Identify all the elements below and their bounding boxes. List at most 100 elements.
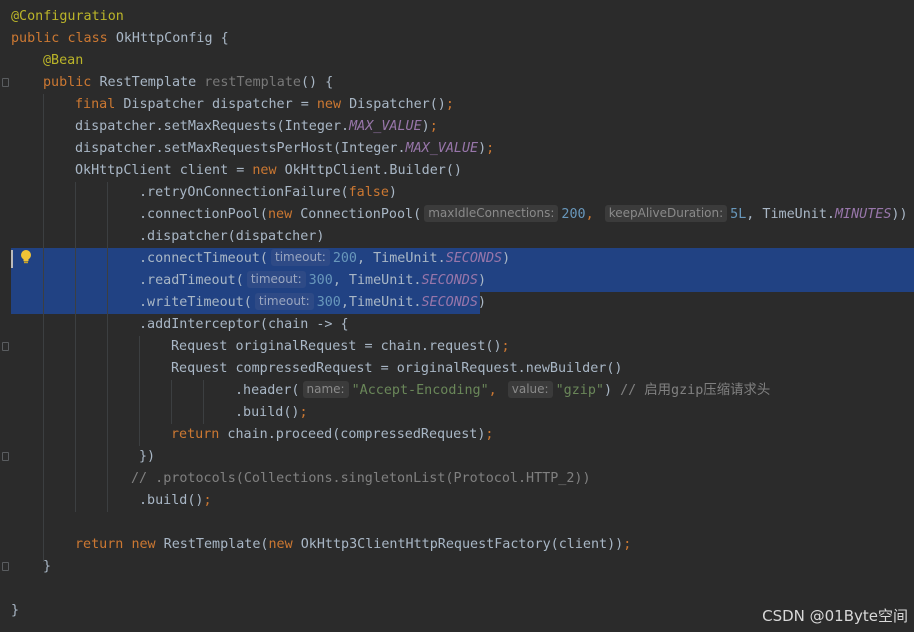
- semicolon: ;: [203, 493, 212, 508]
- brace: {: [212, 31, 229, 46]
- keyword: new: [316, 97, 342, 112]
- fold-marker-icon[interactable]: [2, 78, 9, 87]
- code-text: () {: [301, 75, 334, 90]
- editor-gutter[interactable]: [0, 0, 10, 632]
- semicolon: ;: [485, 427, 494, 442]
- code-text: .dispatcher(dispatcher): [139, 229, 325, 244]
- code-line[interactable]: public class OkHttpConfig {: [11, 28, 229, 50]
- code-line[interactable]: .writeTimeout(timeout: 300,TimeUnit.SECON…: [139, 292, 486, 314]
- code-text: )): [891, 207, 908, 222]
- parameter-hint: name:: [302, 381, 349, 398]
- lightbulb-icon[interactable]: [19, 249, 33, 265]
- text-caret: [11, 250, 13, 268]
- code-line[interactable]: .connectionPool(new ConnectionPool(maxId…: [139, 204, 908, 226]
- number: 300: [308, 273, 333, 288]
- keyword: public: [43, 75, 92, 90]
- semicolon: ;: [445, 97, 454, 112]
- code-line[interactable]: }: [43, 556, 51, 578]
- number: 200: [561, 207, 586, 222]
- keyword: return: [75, 537, 124, 552]
- constant: SECONDS: [421, 273, 478, 288]
- semicolon: ;: [299, 405, 308, 420]
- keyword: public: [11, 31, 60, 46]
- code-text: }: [43, 559, 52, 574]
- keyword: class: [67, 31, 108, 46]
- code-editor[interactable]: @Configuration public class OkHttpConfig…: [0, 0, 914, 632]
- code-line[interactable]: public RestTemplate restTemplate() {: [43, 72, 333, 94]
- code-text: ConnectionPool(: [292, 207, 422, 222]
- fold-marker-icon[interactable]: [2, 562, 9, 571]
- number: 5L: [730, 207, 747, 222]
- type-name: RestTemplate: [99, 75, 197, 90]
- code-text: , TimeUnit.: [357, 251, 446, 266]
- code-text: .retryOnConnectionFailure(: [139, 185, 349, 200]
- code-line[interactable]: return new RestTemplate(new OkHttp3Clien…: [75, 534, 631, 556]
- semicolon: ;: [501, 339, 510, 354]
- code-line[interactable]: // .protocols(Collections.singletonList(…: [131, 468, 591, 490]
- code-line[interactable]: .build();: [235, 402, 308, 424]
- number: 200: [332, 251, 357, 266]
- semicolon: ;: [623, 537, 632, 552]
- code-text: dispatcher.setMaxRequestsPerHost(Integer…: [75, 141, 406, 156]
- code-text: Dispatcher(): [341, 97, 446, 112]
- code-line[interactable]: .build();: [139, 490, 212, 512]
- code-text: ,TimeUnit.: [340, 295, 422, 310]
- code-text: ): [603, 383, 621, 398]
- fold-marker-icon[interactable]: [2, 452, 9, 461]
- parameter-hint: timeout:: [246, 271, 306, 288]
- code-line[interactable]: .header(name: "Accept-Encoding", value: "g…: [235, 380, 770, 402]
- keyword: new: [252, 163, 277, 178]
- code-line[interactable]: .readTimeout(timeout: 300, TimeUnit.SECON…: [139, 270, 486, 292]
- watermark: CSDN @01Byte空间: [762, 607, 908, 625]
- parameter-hint: maxIdleConnections:: [424, 205, 559, 222]
- code-text: Request compressedRequest = originalRequ…: [171, 361, 623, 376]
- code-text: RestTemplate(: [155, 537, 269, 552]
- code-text: Dispatcher dispatcher =: [123, 97, 317, 112]
- annotation: @Bean: [43, 53, 84, 68]
- code-text: ): [388, 185, 397, 200]
- code-line[interactable]: dispatcher.setMaxRequests(Integer.MAX_VA…: [75, 116, 438, 138]
- constant: SECONDS: [421, 295, 478, 310]
- code-line[interactable]: Request originalRequest = chain.request(…: [171, 336, 510, 358]
- code-text: }): [139, 449, 156, 464]
- code-text: }: [11, 603, 20, 618]
- code-text: chain.proceed(compressedRequest): [219, 427, 486, 442]
- code-line[interactable]: .connectTimeout(timeout: 200, TimeUnit.SE…: [139, 248, 510, 270]
- code-text: ): [502, 251, 511, 266]
- indent-guide: [43, 94, 44, 562]
- keyword: return: [171, 427, 220, 442]
- code-line[interactable]: final Dispatcher dispatcher = new Dispat…: [75, 94, 454, 116]
- code-text: dispatcher.setMaxRequests(Integer.: [75, 119, 350, 134]
- constant: MAX_VALUE: [405, 141, 479, 156]
- code-line[interactable]: }): [139, 446, 155, 468]
- number: 300: [316, 295, 341, 310]
- parameter-hint: timeout:: [254, 293, 314, 310]
- code-line[interactable]: return chain.proceed(compressedRequest);: [171, 424, 493, 446]
- code-line[interactable]: .addInterceptor(chain -> {: [139, 314, 349, 336]
- code-line[interactable]: @Bean: [43, 50, 83, 72]
- code-line[interactable]: .retryOnConnectionFailure(false): [139, 182, 397, 204]
- method-name: restTemplate: [204, 75, 301, 90]
- code-line[interactable]: OkHttpClient client = new OkHttpClient.B…: [75, 160, 462, 182]
- comment: // .protocols(Collections.singletonList(…: [131, 471, 591, 486]
- code-line[interactable]: Request compressedRequest = originalRequ…: [171, 358, 622, 380]
- code-line[interactable]: .dispatcher(dispatcher): [139, 226, 324, 248]
- keyword: false: [348, 185, 389, 200]
- semicolon: ;: [429, 119, 438, 134]
- indent-guide: [171, 380, 172, 424]
- comma: ,: [488, 383, 497, 398]
- string-literal: "Accept-Encoding": [351, 383, 489, 398]
- code-text: .addInterceptor(chain -> {: [139, 317, 349, 332]
- code-text: .connectTimeout(: [139, 251, 268, 266]
- code-text: , TimeUnit.: [332, 273, 422, 288]
- code-text: ): [477, 295, 486, 310]
- keyword: final: [75, 97, 116, 112]
- code-text: OkHttp3ClientHttpRequestFactory(client)): [292, 537, 624, 552]
- fold-marker-icon[interactable]: [2, 342, 9, 351]
- code-line[interactable]: dispatcher.setMaxRequestsPerHost(Integer…: [75, 138, 494, 160]
- parameter-hint: keepAliveDuration:: [604, 205, 728, 222]
- code-line[interactable]: }: [11, 600, 19, 622]
- indent-guide: [139, 336, 140, 446]
- code-text: ): [478, 141, 487, 156]
- code-line[interactable]: @Configuration: [11, 6, 124, 28]
